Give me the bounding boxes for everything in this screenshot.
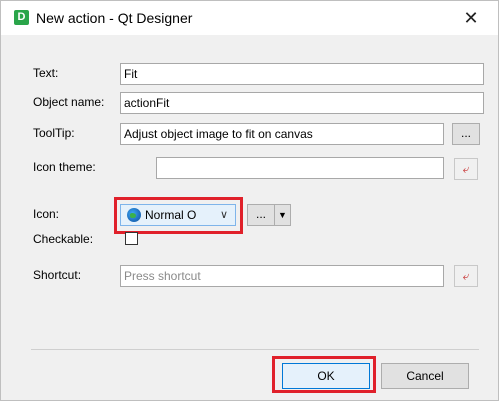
dialog-content: Text: Fit Object name: actionFit ToolTip… bbox=[1, 35, 498, 400]
text-field[interactable]: Fit bbox=[120, 63, 484, 85]
ok-highlight-box bbox=[272, 356, 376, 393]
shortcut-reset-button[interactable]: ⤶ bbox=[454, 265, 478, 287]
icon-dropdown-button[interactable]: ▼ bbox=[275, 204, 291, 226]
tooltip-label: ToolTip: bbox=[33, 126, 75, 140]
checkable-checkbox[interactable] bbox=[125, 232, 138, 245]
shortcut-label: Shortcut: bbox=[33, 268, 82, 282]
checkable-label: Checkable: bbox=[33, 232, 94, 246]
icon-highlight-box bbox=[114, 197, 243, 234]
window-title: New action - Qt Designer bbox=[36, 10, 193, 26]
object-name-field[interactable]: actionFit bbox=[120, 92, 484, 114]
separator-line bbox=[31, 349, 479, 350]
title-bar: D New action - Qt Designer ✕ bbox=[1, 1, 498, 35]
object-name-label: Object name: bbox=[33, 95, 105, 109]
shortcut-field[interactable]: Press shortcut bbox=[120, 265, 444, 287]
text-label: Text: bbox=[33, 66, 59, 80]
icon-theme-field[interactable] bbox=[156, 157, 444, 179]
qt-designer-app-icon: D bbox=[14, 10, 29, 25]
dropdown-arrow-icon: ▼ bbox=[278, 210, 287, 220]
reset-arrow-icon: ⤶ bbox=[462, 269, 470, 283]
tooltip-more-button[interactable]: ... bbox=[452, 123, 480, 145]
cancel-button[interactable]: Cancel bbox=[381, 363, 469, 389]
reset-arrow-icon: ⤶ bbox=[462, 162, 470, 176]
close-button[interactable]: ✕ bbox=[456, 5, 486, 31]
icon-theme-reset-button[interactable]: ⤶ bbox=[454, 158, 478, 180]
new-action-dialog: D New action - Qt Designer ✕ Text: Fit O… bbox=[0, 0, 499, 401]
icon-more-button[interactable]: ... bbox=[247, 204, 275, 226]
tooltip-field[interactable]: Adjust object image to fit on canvas bbox=[120, 123, 444, 145]
icon-label: Icon: bbox=[33, 207, 60, 221]
icon-theme-label: Icon theme: bbox=[33, 160, 96, 174]
